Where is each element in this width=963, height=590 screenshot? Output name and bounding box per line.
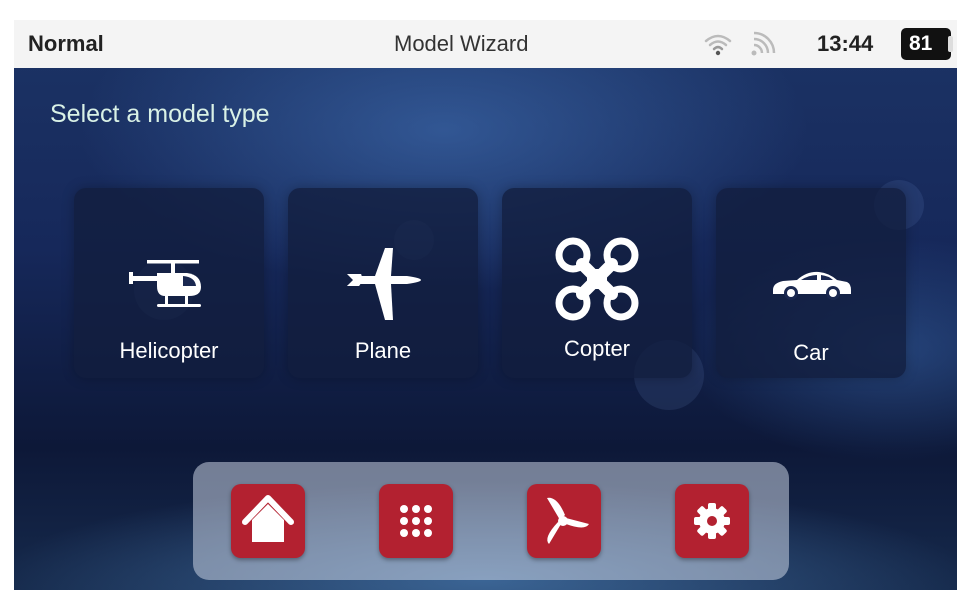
home-button[interactable] [231,484,305,558]
flight-mode-label: Normal [28,31,104,56]
model-type-label: Helicopter [119,338,219,363]
model-type-plane[interactable]: Plane [288,188,478,378]
wifi-icon [704,32,732,61]
screen-title: Model Wizard [394,31,529,56]
car-icon [773,271,851,300]
model-type-label: Copter [563,336,631,361]
apps-grid-icon [400,505,432,537]
model-type-copter[interactable]: Copter [502,188,692,378]
fan-icon [547,497,589,544]
model-type-label: Plane [354,338,412,363]
plane-icon [347,248,421,320]
status-bar: Normal Model Wizard 13:44 81 [14,20,957,68]
settings-button[interactable] [675,484,749,558]
screen: Normal Model Wizard 13:44 81 Select a mo… [14,20,957,590]
quadcopter-icon [555,237,639,321]
signal-icon [750,31,778,62]
clock-time: 13:44 [817,31,874,56]
settings-gear-icon [694,503,730,539]
page-heading: Select a model type [50,100,270,128]
home-icon [242,495,294,542]
model-type-car[interactable]: Car [716,188,906,378]
battery-level: 81 [909,32,933,55]
battery-icon: 81 [901,28,953,60]
model-type-helicopter[interactable]: Helicopter [74,188,264,378]
battery-tip [948,36,953,52]
helicopter-icon [129,260,201,307]
apps-menu-button[interactable] [379,484,453,558]
bottom-dock [193,462,789,580]
model-type-label: Car [793,340,829,365]
model-setup-button[interactable] [527,484,601,558]
